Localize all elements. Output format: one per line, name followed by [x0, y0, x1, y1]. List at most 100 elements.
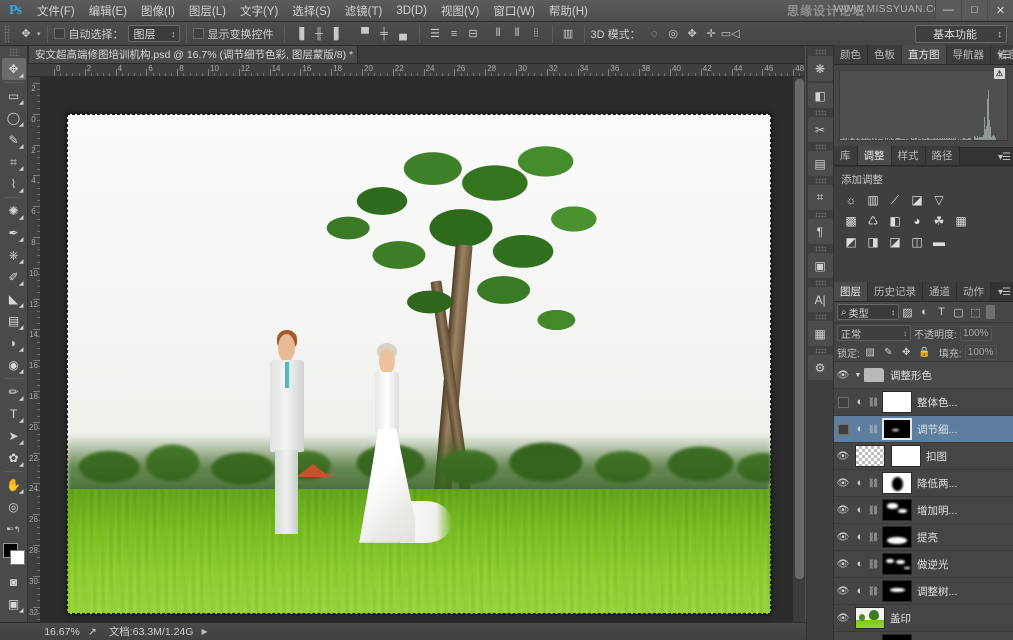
- layer-visibility-toggle[interactable]: 👁: [834, 443, 852, 470]
- edit-toolbar-button[interactable]: ▪▫ ↰: [2, 518, 26, 540]
- panel-menu-icon[interactable]: ▾☰: [998, 287, 1010, 298]
- dock-grip[interactable]: [815, 110, 826, 116]
- mask-link-icon[interactable]: ⛓: [868, 559, 879, 570]
- dock-grip[interactable]: [815, 49, 826, 55]
- crop-tool[interactable]: ⌗◢: [2, 151, 26, 173]
- rectangular-marquee-tool[interactable]: ▭◢: [2, 85, 26, 107]
- dock-grip[interactable]: [815, 348, 826, 354]
- distribute-horizontal-center-icon[interactable]: ⫴: [508, 25, 527, 43]
- layer-visibility-toggle[interactable]: 👁: [834, 524, 852, 551]
- quick-mask-mode-toggle[interactable]: ◙: [2, 571, 26, 593]
- adjustment-layer-icon[interactable]: ◐: [852, 531, 868, 543]
- align-top-edges-icon[interactable]: ▀: [356, 25, 375, 43]
- align-right-edges-icon[interactable]: ▐▏: [329, 25, 348, 43]
- eyedropper-tool[interactable]: ⌇◢: [2, 173, 26, 195]
- color-lookup-adjustment-icon[interactable]: ▦: [951, 212, 971, 230]
- tool-preset-chevron-down-icon[interactable]: ▾: [37, 30, 41, 38]
- tab-layers[interactable]: 图层: [834, 282, 868, 301]
- selective-color-adjustment-icon[interactable]: ▬: [929, 233, 949, 251]
- color-panel-icon[interactable]: ❋: [808, 56, 833, 81]
- layer-mask-thumbnail[interactable]: [882, 472, 912, 494]
- layer-visibility-toggle[interactable]: 👁: [834, 578, 852, 605]
- align-left-edges-icon[interactable]: ▕▌: [291, 25, 310, 43]
- minimize-button[interactable]: —: [935, 0, 961, 20]
- menu-layer[interactable]: 图层(L): [182, 1, 233, 21]
- custom-shape-tool[interactable]: ✿◢: [2, 447, 26, 469]
- filter-shape-layers-icon[interactable]: ▢: [950, 304, 967, 320]
- dock-grip[interactable]: [815, 212, 826, 218]
- color-swatches[interactable]: [2, 543, 26, 567]
- menu-filter[interactable]: 滤镜(T): [338, 1, 390, 21]
- dodge-tool[interactable]: ◉◢: [2, 354, 26, 376]
- document-tab[interactable]: 安文超高端修图培训机构.psd @ 16.7% (调节细节色彩, 图层蒙版/8)…: [28, 45, 358, 63]
- canvas-area[interactable]: [41, 77, 805, 622]
- hand-tool[interactable]: ✋◢: [2, 474, 26, 496]
- show-transform-controls-checkbox[interactable]: [193, 28, 204, 39]
- tab-navigator[interactable]: 导航器: [947, 45, 992, 64]
- distribute-left-icon[interactable]: ⦀: [489, 25, 508, 43]
- levels-adjustment-icon[interactable]: ▥: [863, 191, 883, 209]
- vertical-ruler[interactable]: 202468101214161820222426283032: [28, 77, 41, 622]
- adjustment-layer-icon[interactable]: ◐: [852, 585, 868, 597]
- paragraph-panel-icon[interactable]: ¶: [808, 219, 833, 244]
- menu-type[interactable]: 文字(Y): [233, 1, 285, 21]
- menu-3d[interactable]: 3D(D): [389, 3, 434, 19]
- brush-tool[interactable]: ✒◢: [2, 222, 26, 244]
- align-horizontal-centers-icon[interactable]: ╫: [310, 25, 329, 43]
- styles-panel-icon[interactable]: ✂: [808, 117, 833, 142]
- layer-visibility-toggle[interactable]: [834, 389, 852, 416]
- layer-mask-thumbnail[interactable]: [882, 580, 912, 602]
- tab-channels[interactable]: 通道: [923, 282, 957, 301]
- share-icon[interactable]: ↗: [88, 626, 97, 638]
- eraser-tool[interactable]: ◣◢: [2, 288, 26, 310]
- blend-mode-dropdown[interactable]: 正常: [837, 325, 911, 341]
- timeline-panel-icon[interactable]: ▤: [808, 151, 833, 176]
- pen-tool[interactable]: ✏◢: [2, 381, 26, 403]
- dock-grip[interactable]: [815, 178, 826, 184]
- layer-mask-thumbnail[interactable]: [882, 499, 912, 521]
- layer-thumbnail[interactable]: [855, 445, 885, 467]
- layer-row[interactable]: 👁▼调整形色: [834, 362, 1013, 389]
- workspace-switcher[interactable]: 基本功能: [915, 25, 1007, 43]
- lock-transparent-pixels-icon[interactable]: ▨: [863, 345, 878, 360]
- quick-selection-tool[interactable]: ✎◢: [2, 129, 26, 151]
- layer-mask-thumbnail[interactable]: [882, 634, 912, 640]
- gradient-tool[interactable]: ▤◢: [2, 310, 26, 332]
- scrollbar-thumb[interactable]: [795, 79, 804, 579]
- layer-row[interactable]: 👁◐⛓增加明...: [834, 497, 1013, 524]
- layer-row[interactable]: 👁◐⛓调整树...: [834, 578, 1013, 605]
- dock-grip[interactable]: [815, 314, 826, 320]
- options-bar-grip[interactable]: [4, 25, 10, 43]
- gradient-map-adjustment-icon[interactable]: ◫: [907, 233, 927, 251]
- character-panel-icon[interactable]: ⌗: [808, 185, 833, 210]
- tab-actions[interactable]: 动作: [957, 282, 991, 301]
- black-white-adjustment-icon[interactable]: ◧: [885, 212, 905, 230]
- tab-histogram[interactable]: 直方图: [902, 45, 947, 64]
- mask-link-icon[interactable]: ⛓: [868, 424, 879, 435]
- invert-adjustment-icon[interactable]: ◩: [841, 233, 861, 251]
- opacity-value[interactable]: 100%: [960, 326, 992, 341]
- zoom-level-field[interactable]: 16.67%: [36, 626, 88, 638]
- layer-filter-kind-dropdown[interactable]: ⌕ 类型: [837, 304, 899, 320]
- tab-adjustments[interactable]: 调整: [858, 146, 892, 165]
- mask-link-icon[interactable]: ⛓: [868, 505, 879, 516]
- layer-row[interactable]: 👁◐⛓调整肤色: [834, 632, 1013, 640]
- tools-panel-grip[interactable]: [9, 48, 19, 56]
- exposure-adjustment-icon[interactable]: ◪: [907, 191, 927, 209]
- history-brush-tool[interactable]: ✐◢: [2, 266, 26, 288]
- dock-grip[interactable]: [815, 280, 826, 286]
- adjustment-layer-icon[interactable]: ◐: [852, 504, 868, 516]
- lock-all-icon[interactable]: 🔒: [917, 345, 932, 360]
- tab-swatches[interactable]: 色板: [868, 45, 902, 64]
- tab-libraries[interactable]: 库: [834, 146, 858, 165]
- horizontal-ruler[interactable]: 0246810121416182022242628303234363840424…: [28, 64, 805, 77]
- auto-select-target-dropdown[interactable]: 图层: [128, 25, 180, 42]
- fill-value[interactable]: 100%: [965, 345, 997, 360]
- maximize-button[interactable]: □: [961, 0, 987, 20]
- spot-healing-brush-tool[interactable]: ✺◢: [2, 200, 26, 222]
- filter-smart-objects-icon[interactable]: ⬚: [967, 304, 984, 320]
- layer-row[interactable]: 👁◐⛓提亮: [834, 524, 1013, 551]
- move-tool[interactable]: ✥◢: [2, 58, 26, 80]
- mask-link-icon[interactable]: ⛓: [868, 586, 879, 597]
- horizontal-type-tool[interactable]: T◢: [2, 403, 26, 425]
